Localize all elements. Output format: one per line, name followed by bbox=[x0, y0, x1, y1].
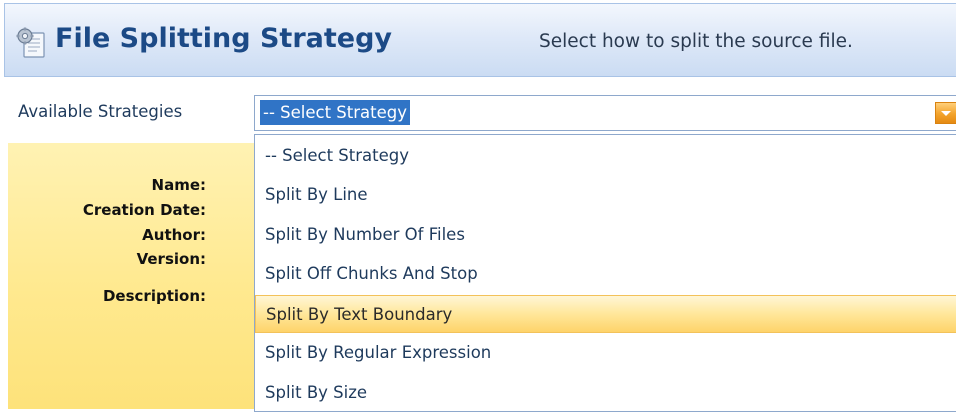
page-subtitle: Select how to split the source file. bbox=[539, 31, 853, 52]
author-label: Author: bbox=[142, 226, 206, 244]
version-label: Version: bbox=[136, 250, 206, 268]
option-split-by-regular-expression[interactable]: Split By Regular Expression bbox=[255, 334, 956, 372]
option-split-by-size[interactable]: Split By Size bbox=[255, 374, 956, 412]
option-split-off-chunks-and-stop[interactable]: Split Off Chunks And Stop bbox=[255, 255, 956, 293]
strategy-select[interactable]: -- Select Strategy bbox=[254, 95, 956, 131]
strategy-select-value: -- Select Strategy bbox=[260, 100, 410, 125]
strategy-dropdown-list: -- Select Strategy Split By Line Split B… bbox=[254, 134, 956, 412]
page-title: File Splitting Strategy bbox=[55, 23, 392, 54]
name-label: Name: bbox=[151, 176, 206, 194]
file-splitting-page: File Splitting Strategy Select how to sp… bbox=[0, 0, 956, 418]
option-split-by-text-boundary[interactable]: Split By Text Boundary bbox=[255, 295, 956, 333]
option-select-strategy[interactable]: -- Select Strategy bbox=[255, 137, 956, 175]
header-bar: File Splitting Strategy Select how to sp… bbox=[4, 3, 956, 77]
document-gear-icon bbox=[16, 27, 45, 58]
option-split-by-line[interactable]: Split By Line bbox=[255, 176, 956, 214]
creation-date-label: Creation Date: bbox=[82, 201, 206, 219]
description-label: Description: bbox=[102, 287, 206, 305]
chevron-down-icon[interactable] bbox=[935, 102, 956, 124]
strategy-details-panel: Name: Creation Date: Author: Version: De… bbox=[8, 143, 254, 409]
available-strategies-label: Available Strategies bbox=[18, 102, 183, 121]
option-split-by-number-of-files[interactable]: Split By Number Of Files bbox=[255, 216, 956, 254]
